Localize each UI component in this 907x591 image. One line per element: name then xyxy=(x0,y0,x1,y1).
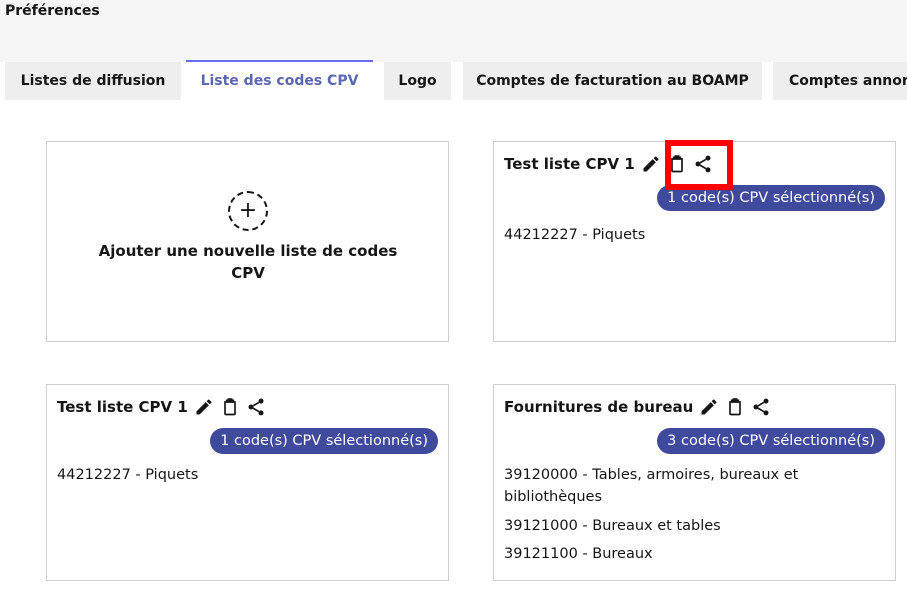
cpv-code-item: 44212227 - Piquets xyxy=(504,227,646,243)
tab-label: Comptes de facturation au BOAMP xyxy=(476,73,749,89)
cpv-code-item: 39120000 - Tables, armoires, bureaux et … xyxy=(504,467,799,505)
tab-listes-de-diffusion[interactable]: Listes de diffusion xyxy=(5,62,181,100)
tab-comptes-annonceurs[interactable]: Comptes annon xyxy=(773,62,907,100)
card-header: Test liste CPV 1 xyxy=(504,152,713,176)
share-icon[interactable] xyxy=(693,154,713,174)
pencil-icon[interactable] xyxy=(699,397,719,417)
tab-label: Comptes annon xyxy=(789,73,907,89)
list-title: Test liste CPV 1 xyxy=(504,155,635,173)
tab-label: Liste des codes CPV xyxy=(200,73,359,89)
plus-circle-icon: + xyxy=(228,191,268,231)
card-header: Test liste CPV 1 xyxy=(57,395,266,419)
page-title: Préférences xyxy=(5,3,100,19)
tab-comptes-de-facturation-boamp[interactable]: Comptes de facturation au BOAMP xyxy=(463,62,762,100)
cpv-code-item: 44212227 - Piquets xyxy=(57,467,199,483)
selected-count-badge: 1 code(s) CPV sélectionné(s) xyxy=(657,185,885,211)
selected-count-badge: 3 code(s) CPV sélectionné(s) xyxy=(657,428,885,454)
pencil-icon[interactable] xyxy=(641,154,661,174)
cpv-list-card: Fournitures de bureau 3 code(s) CPV séle… xyxy=(493,384,896,581)
add-list-label: Ajouter une nouvelle liste de codes CPV xyxy=(98,242,398,282)
cpv-list-card: Test liste CPV 1 1 code(s) CPV sélection… xyxy=(46,384,449,581)
top-bar xyxy=(0,0,907,62)
tab-label: Listes de diffusion xyxy=(20,73,166,89)
trash-icon[interactable] xyxy=(220,397,240,417)
trash-icon[interactable] xyxy=(725,397,745,417)
selected-count-badge: 1 code(s) CPV sélectionné(s) xyxy=(210,428,438,454)
add-list-card[interactable]: + Ajouter une nouvelle liste de codes CP… xyxy=(46,141,449,342)
list-title: Test liste CPV 1 xyxy=(57,398,188,416)
pencil-icon[interactable] xyxy=(194,397,214,417)
share-icon[interactable] xyxy=(246,397,266,417)
card-header: Fournitures de bureau xyxy=(504,395,771,419)
cpv-code-item: 39121100 - Bureaux xyxy=(504,546,653,562)
cpv-list-card: Test liste CPV 1 1 code(s) CPV sélection… xyxy=(493,141,896,342)
trash-icon[interactable] xyxy=(667,154,687,174)
tab-logo[interactable]: Logo xyxy=(384,62,451,100)
cpv-code-item: 39121000 - Bureaux et tables xyxy=(504,518,721,534)
share-icon[interactable] xyxy=(751,397,771,417)
tab-liste-des-codes-cpv[interactable]: Liste des codes CPV xyxy=(186,60,373,100)
tab-label: Logo xyxy=(398,73,437,89)
list-title: Fournitures de bureau xyxy=(504,398,694,416)
